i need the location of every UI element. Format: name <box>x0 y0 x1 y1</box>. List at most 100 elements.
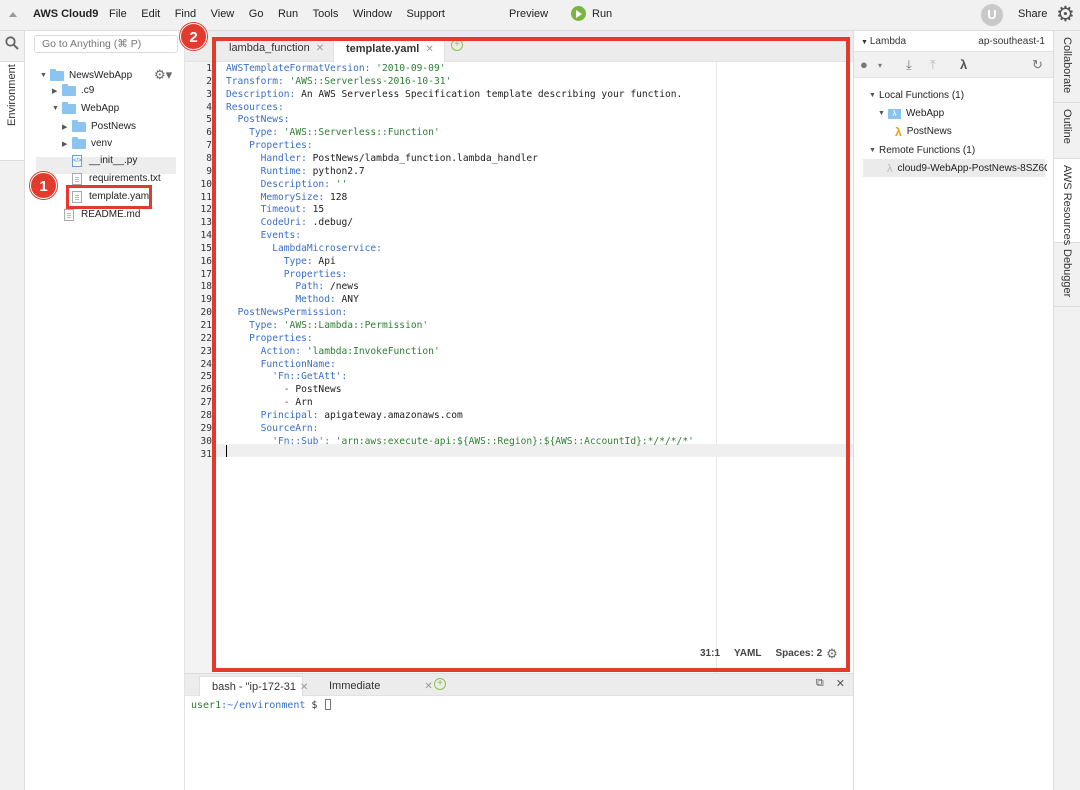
tab-aws-resources[interactable]: AWS Resources <box>1054 159 1080 245</box>
step-badge-2: 2 <box>180 23 207 50</box>
import-icon[interactable]: ⤓ <box>906 57 912 73</box>
prompt-path: :~/environment <box>221 700 306 711</box>
tab-debugger[interactable]: Debugger <box>1054 243 1080 307</box>
tab-label: Collaborate <box>1061 37 1073 94</box>
lambda-panel-title[interactable]: ▼ Lambda <box>861 36 906 47</box>
line-number[interactable]: 5 <box>185 114 212 127</box>
menu-window[interactable]: Window <box>353 8 392 20</box>
run-function-icon[interactable]: ● <box>860 57 868 72</box>
menu-edit[interactable]: Edit <box>141 8 160 20</box>
new-terminal-plus-icon[interactable]: + <box>434 678 446 690</box>
line-number[interactable]: 15 <box>185 243 212 256</box>
tree-settings-gear-icon[interactable]: ⚙▾ <box>154 67 172 83</box>
tab-outline[interactable]: Outline <box>1054 103 1080 159</box>
tree-item-postnews[interactable]: ▶ PostNews <box>62 118 136 135</box>
function-label: PostNews <box>906 126 952 137</box>
line-number[interactable]: 1 <box>185 63 212 76</box>
line-number[interactable]: 2 <box>185 76 212 89</box>
line-number[interactable]: 21 <box>185 320 212 333</box>
line-number[interactable]: 3 <box>185 89 212 102</box>
line-number[interactable]: 20 <box>185 307 212 320</box>
create-function-icon[interactable]: λ <box>960 57 967 72</box>
collapse-arrow-icon[interactable]: ▶ <box>62 123 72 131</box>
menu-run[interactable]: Run <box>278 8 298 20</box>
menu-view[interactable]: View <box>211 8 235 20</box>
app-brand[interactable]: AWS Cloud9 <box>33 8 98 20</box>
line-number-gutter: 1 2 3 4 5 6 7 8 9 10 11 12 13 14 15 16 17 18 19 20 21 22 23 24 2… <box>185 62 215 673</box>
collapse-arrow-icon[interactable]: ▶ <box>62 140 72 148</box>
tab-bash[interactable]: bash - "ip-172-31 ✕ <box>199 676 308 696</box>
tree-item-webapp[interactable]: ▼ WebApp <box>52 100 119 117</box>
line-number[interactable]: 30 <box>185 436 212 449</box>
tab-immediate[interactable]: Immediate ✕ <box>317 676 433 696</box>
line-number[interactable]: 7 <box>185 140 212 153</box>
line-number[interactable]: 10 <box>185 179 212 192</box>
prompt-user: user1 <box>191 700 222 711</box>
search-icon[interactable] <box>5 36 19 50</box>
tab-label: Debugger <box>1061 249 1073 298</box>
line-number[interactable]: 6 <box>185 127 212 140</box>
menu-file[interactable]: File <box>109 8 127 20</box>
expand-arrow-icon[interactable]: ▼ <box>40 72 50 79</box>
line-number[interactable]: 24 <box>185 359 212 372</box>
run-button[interactable]: Run <box>571 6 612 21</box>
menu-go[interactable]: Go <box>249 8 264 20</box>
tree-item-init-py[interactable]: </> __init__.py <box>72 152 137 169</box>
close-panel-icon[interactable]: ✕ <box>836 677 845 690</box>
line-number[interactable]: 12 <box>185 204 212 217</box>
tab-collaborate[interactable]: Collaborate <box>1054 31 1080 103</box>
region-label[interactable]: ap-southeast-1 <box>978 36 1045 47</box>
local-app-webapp[interactable]: ▼ λ WebApp <box>878 105 944 122</box>
expand-arrow-icon[interactable]: ▼ <box>878 110 888 117</box>
line-number[interactable]: 28 <box>185 410 212 423</box>
line-number[interactable]: 31 <box>185 449 212 462</box>
line-number[interactable]: 11 <box>185 192 212 205</box>
line-number[interactable]: 13 <box>185 217 212 230</box>
tree-item-c9[interactable]: ▶ .c9 <box>52 82 94 99</box>
tree-item-venv[interactable]: ▶ venv <box>62 135 112 152</box>
line-number[interactable]: 29 <box>185 423 212 436</box>
expand-arrow-icon[interactable]: ▼ <box>869 92 879 99</box>
line-number[interactable]: 19 <box>185 294 212 307</box>
preview-button[interactable]: Preview <box>509 8 548 20</box>
user-avatar[interactable]: U <box>981 4 1003 26</box>
settings-gear-icon[interactable]: ⚙ <box>1056 4 1075 26</box>
collapse-menu-icon[interactable] <box>9 12 17 17</box>
deploy-icon[interactable]: ⤒ <box>930 57 936 73</box>
share-button[interactable]: Share <box>1018 8 1047 20</box>
line-number[interactable]: 27 <box>185 397 212 410</box>
local-functions-group[interactable]: ▼ Local Functions (1) <box>869 87 964 104</box>
remote-function-item[interactable]: λ cloud9-WebApp-PostNews-8SZ6G7 <box>887 160 1047 177</box>
line-number[interactable]: 22 <box>185 333 212 346</box>
close-tab-icon[interactable]: ✕ <box>300 682 308 693</box>
menu-tools[interactable]: Tools <box>313 8 339 20</box>
collapse-arrow-icon[interactable]: ▶ <box>52 87 62 95</box>
line-number[interactable]: 25 <box>185 371 212 384</box>
remote-functions-group[interactable]: ▼ Remote Functions (1) <box>869 142 975 159</box>
close-tab-icon[interactable]: ✕ <box>424 681 432 692</box>
run-dropdown-icon[interactable]: ▾ <box>878 61 882 70</box>
local-function-postnews[interactable]: λ PostNews <box>895 123 952 140</box>
menu-support[interactable]: Support <box>406 8 445 20</box>
folder-icon <box>50 68 64 81</box>
line-number[interactable]: 9 <box>185 166 212 179</box>
maximize-icon[interactable]: ⧉ <box>816 677 824 690</box>
line-number[interactable]: 23 <box>185 346 212 359</box>
expand-arrow-icon[interactable]: ▼ <box>52 105 62 112</box>
lambda-icon: λ <box>895 124 902 139</box>
line-number[interactable]: 16 <box>185 256 212 269</box>
tab-environment[interactable]: Environment <box>0 61 24 161</box>
app-label: WebApp <box>906 108 945 119</box>
expand-arrow-icon[interactable]: ▼ <box>869 147 879 154</box>
line-number[interactable]: 17 <box>185 269 212 282</box>
line-number[interactable]: 4 <box>185 102 212 115</box>
line-number[interactable]: 26 <box>185 384 212 397</box>
menu-find[interactable]: Find <box>175 8 196 20</box>
refresh-icon[interactable]: ↻ <box>1032 57 1043 73</box>
go-to-anything-input[interactable] <box>34 35 178 53</box>
line-number[interactable]: 14 <box>185 230 212 243</box>
run-label: Run <box>592 7 613 20</box>
line-number[interactable]: 8 <box>185 153 212 166</box>
line-number[interactable]: 18 <box>185 281 212 294</box>
terminal-body[interactable]: user1:~/environment $ <box>185 696 853 790</box>
